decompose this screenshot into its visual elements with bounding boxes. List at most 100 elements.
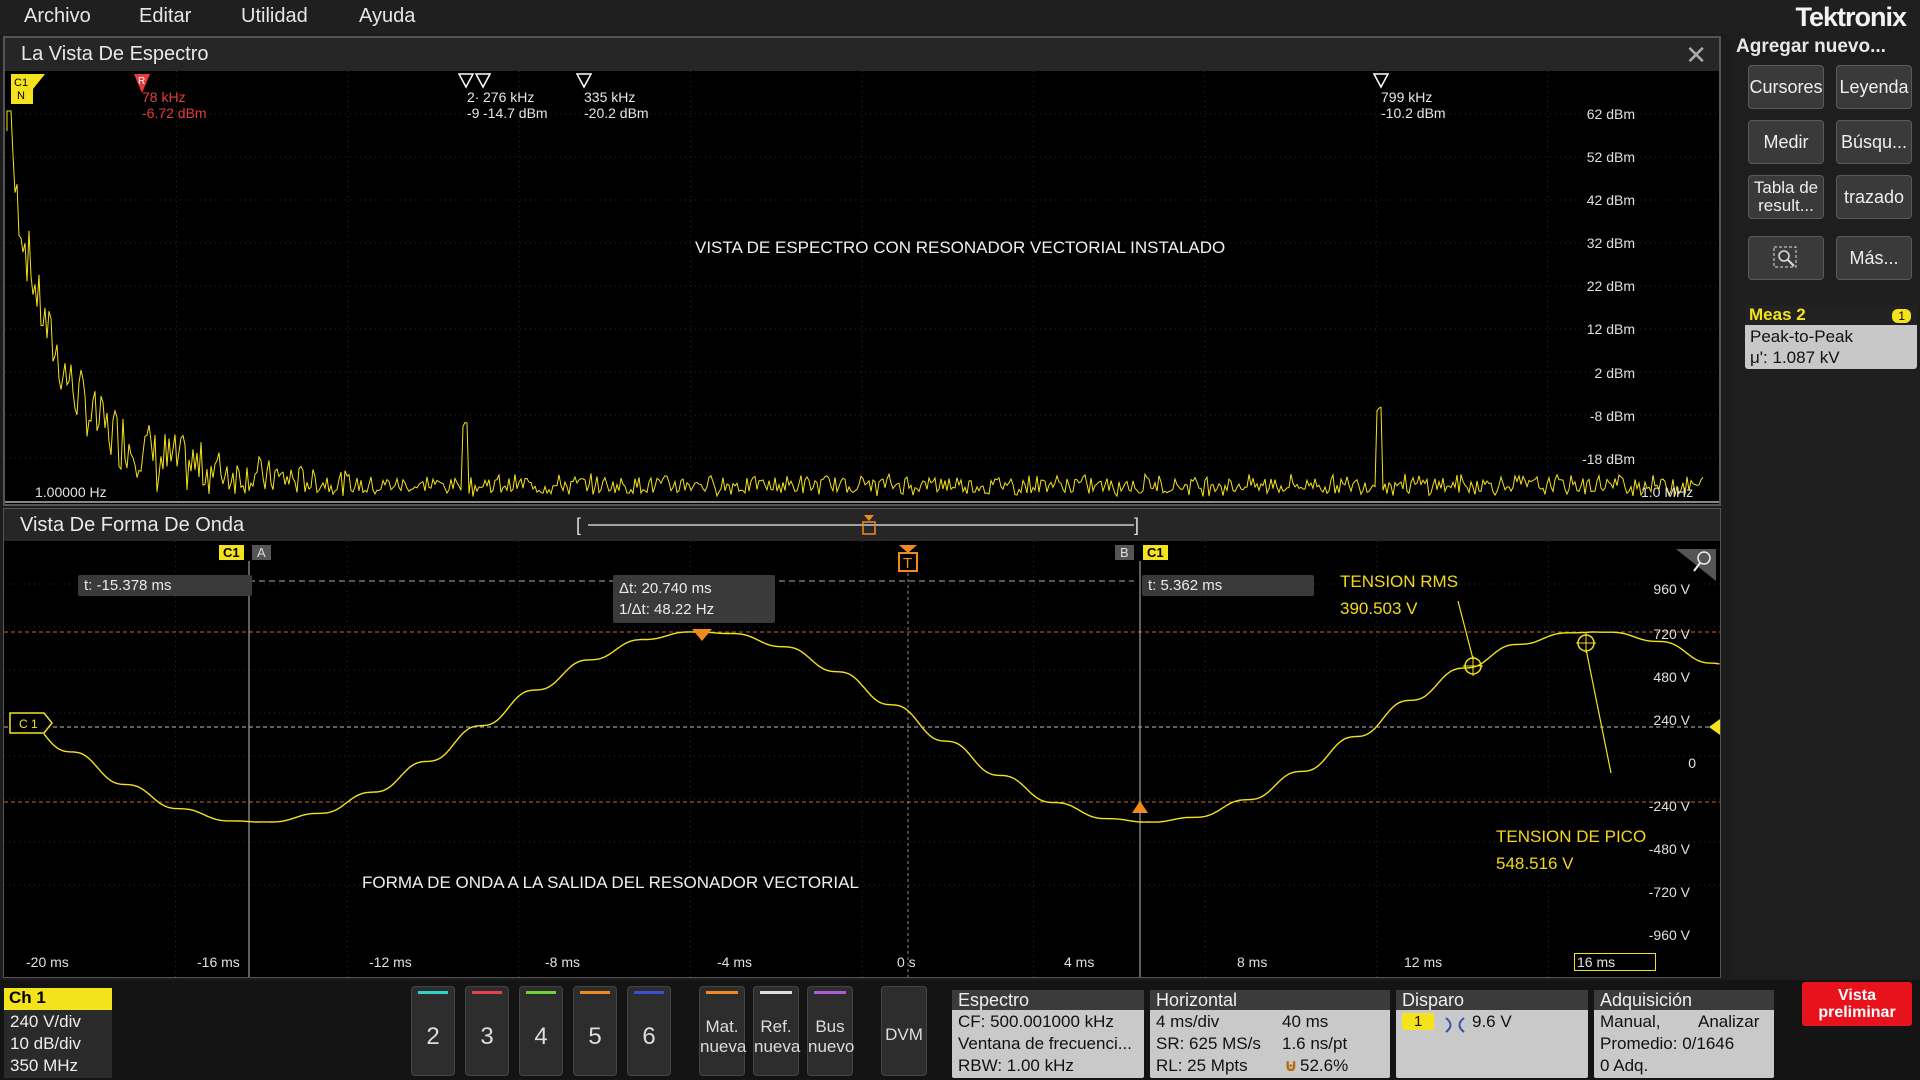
new-ref-label: Ref. nueva (754, 1017, 800, 1057)
channel-4-button[interactable]: 4 (519, 986, 563, 1076)
waveform-annotation: FORMA DE ONDA A LA SALIDA DEL RESONADOR … (362, 873, 859, 892)
preview-button[interactable]: Vista preliminar (1802, 982, 1912, 1026)
spectrum-y-label: -18 dBm (1582, 451, 1635, 467)
new-bus-color-stripe (814, 991, 846, 994)
cursor-b-label[interactable]: B (1115, 545, 1134, 560)
legend-button[interactable]: Leyenda (1836, 65, 1912, 109)
ref-marker-freq: 78 kHz (142, 89, 186, 105)
menu-ayuda[interactable]: Ayuda (359, 5, 415, 28)
close-icon[interactable]: ✕ (1685, 40, 1707, 71)
trigger-position-icon: ⊎ (1284, 1056, 1298, 1075)
horizontal-settings-badge[interactable]: Horizontal 4 ms/div 40 ms SR: 625 MS/s 1… (1150, 990, 1390, 1078)
waveform-x-label-zoom[interactable]: 16 ms (1574, 953, 1657, 971)
trigger-level-icon (1709, 719, 1720, 735)
trigger-settings-header: Disparo (1396, 990, 1588, 1010)
trough-marker-icon (1132, 801, 1148, 813)
new-math-color-stripe (706, 991, 738, 994)
channel-3-button[interactable]: 3 (465, 986, 509, 1076)
menu-utilidad[interactable]: Utilidad (241, 5, 308, 28)
new-bus-label: Bus nuevo (808, 1017, 854, 1057)
waveform-title: Vista De Forma De Onda (20, 514, 245, 536)
new-bus-button[interactable]: Bus nuevo (807, 986, 854, 1076)
results-table-button[interactable]: Tabla de result... (1748, 175, 1824, 219)
waveform-x-label: 8 ms (1237, 954, 1268, 970)
waveform-view-panel: Vista De Forma De Onda [ ] T C 1 C1 A B … (3, 508, 1721, 978)
waveform-grid (4, 541, 1720, 977)
waveform-x-label: -4 ms (717, 954, 752, 970)
waveform-y-label: 480 V (1653, 669, 1690, 685)
spectrum-grid (5, 71, 1719, 502)
spectrum-settings-badge[interactable]: Espectro CF: 500.001000 kHz Ventana de f… (952, 990, 1144, 1078)
spectrum-center-freq: CF: 500.001000 kHz (958, 1012, 1114, 1031)
acquisition-mode: Manual, (1600, 1012, 1661, 1031)
cursors-button[interactable]: Cursores (1748, 65, 1824, 109)
channel-6-label: 6 (642, 1023, 656, 1050)
new-ref-label-line: Ref. (760, 1017, 792, 1036)
channel-2-color-stripe (418, 991, 448, 994)
measurement-source-badge: 1 (1892, 309, 1911, 323)
plot-button[interactable]: trazado (1836, 175, 1912, 219)
new-math-button[interactable]: Mat. nueva (699, 986, 746, 1076)
measurement-name: Peak-to-Peak (1750, 327, 1853, 346)
channel-1-badge[interactable]: Ch 1 240 V/div 10 dB/div 350 MHz (4, 988, 112, 1078)
search-button[interactable]: Búsqu... (1836, 120, 1912, 164)
new-math-label-line: Mat. (705, 1017, 739, 1036)
zoom-corner-icon (1676, 549, 1716, 581)
preview-label-line: preliminar (1818, 1004, 1896, 1021)
svg-text:]: ] (1134, 515, 1139, 535)
channel-3-label: 3 (480, 1023, 494, 1050)
waveform-y-label: 720 V (1653, 626, 1690, 642)
peak-marker-icon (575, 73, 593, 89)
menu-archivo[interactable]: Archivo (24, 5, 91, 28)
more-button[interactable]: Más... (1836, 236, 1912, 280)
dvm-button[interactable]: DVM (881, 986, 927, 1076)
marker-freq: 276 kHz (483, 89, 535, 105)
new-ref-button[interactable]: Ref. nueva (753, 986, 800, 1076)
trigger-settings-title: Disparo (1402, 990, 1465, 1010)
waveform-x-label: 12 ms (1404, 954, 1443, 970)
waveform-y-label: 960 V (1653, 581, 1690, 597)
add-new-sidebar: Agregar nuevo... Cursores Leyenda Medir … (1730, 34, 1920, 980)
acquisition-settings-badge[interactable]: Adquisición Manual, Analizar Promedio: 0… (1594, 990, 1774, 1078)
waveform-x-label: -16 ms (197, 954, 240, 970)
new-bus-label-line: Bus (815, 1017, 845, 1036)
record-view-slider[interactable]: [ ] (574, 513, 1154, 539)
delta-readout: Δt: 20.740 ms 1/Δt: 48.22 Hz (613, 575, 775, 623)
trigger-settings-badge[interactable]: Disparo 1 9.6 V (1396, 990, 1588, 1078)
waveform-x-label: -8 ms (545, 954, 580, 970)
spectrum-y-label: 62 dBm (1586, 106, 1635, 122)
peak-leader-line (1585, 648, 1612, 774)
rms-leader-line (1457, 600, 1474, 660)
waveform-y-label: 240 V (1653, 712, 1690, 728)
channel-1-spectrum-scale: 10 dB/div (10, 1034, 81, 1053)
channel-3-color-stripe (472, 991, 502, 994)
menu-editar[interactable]: Editar (139, 5, 191, 28)
spectrum-plot: C1 N R (5, 71, 1719, 503)
waveform-x-label: 4 ms (1064, 954, 1095, 970)
svg-text:[: [ (576, 515, 581, 535)
cursor-a-channel-badge[interactable]: C1 (219, 545, 244, 560)
zoom-icon (1773, 246, 1797, 268)
zoom-button[interactable] (1748, 236, 1824, 280)
measure-button[interactable]: Medir (1748, 120, 1824, 164)
peak-marker-icon (474, 73, 492, 89)
rms-label-title: TENSION RMS (1340, 572, 1459, 591)
cursor-b-channel-badge[interactable]: C1 (1143, 545, 1168, 560)
spectrum-y-label: 32 dBm (1586, 235, 1635, 251)
horizontal-scale: 4 ms/div (1156, 1012, 1220, 1031)
spectrum-y-label: 12 dBm (1586, 321, 1635, 337)
channel-5-button[interactable]: 5 (573, 986, 617, 1076)
spectrum-titlebar: La Vista De Espectro ✕ (5, 38, 1719, 71)
horizontal-record-length: RL: 25 Mpts (1156, 1056, 1248, 1075)
cursor-a-label[interactable]: A (252, 545, 271, 560)
spectrum-settings-header: Espectro (952, 990, 1144, 1010)
channel-2-button[interactable]: 2 (411, 986, 455, 1076)
channel-6-button[interactable]: 6 (627, 986, 671, 1076)
spectrum-y-label: 52 dBm (1586, 149, 1635, 165)
channel-4-label: 4 (534, 1023, 548, 1050)
horizontal-position: 52.6% (1300, 1056, 1349, 1075)
spectrum-channel-badge-c1: C1 (14, 77, 28, 89)
marker-readout: 335 kHz -20.2 dBm (584, 89, 649, 121)
measurement-badge[interactable]: Meas 2 1 Peak-to-Peak μ': 1.087 kV (1745, 305, 1917, 369)
channel-1-bandwidth: 350 MHz (10, 1056, 79, 1075)
